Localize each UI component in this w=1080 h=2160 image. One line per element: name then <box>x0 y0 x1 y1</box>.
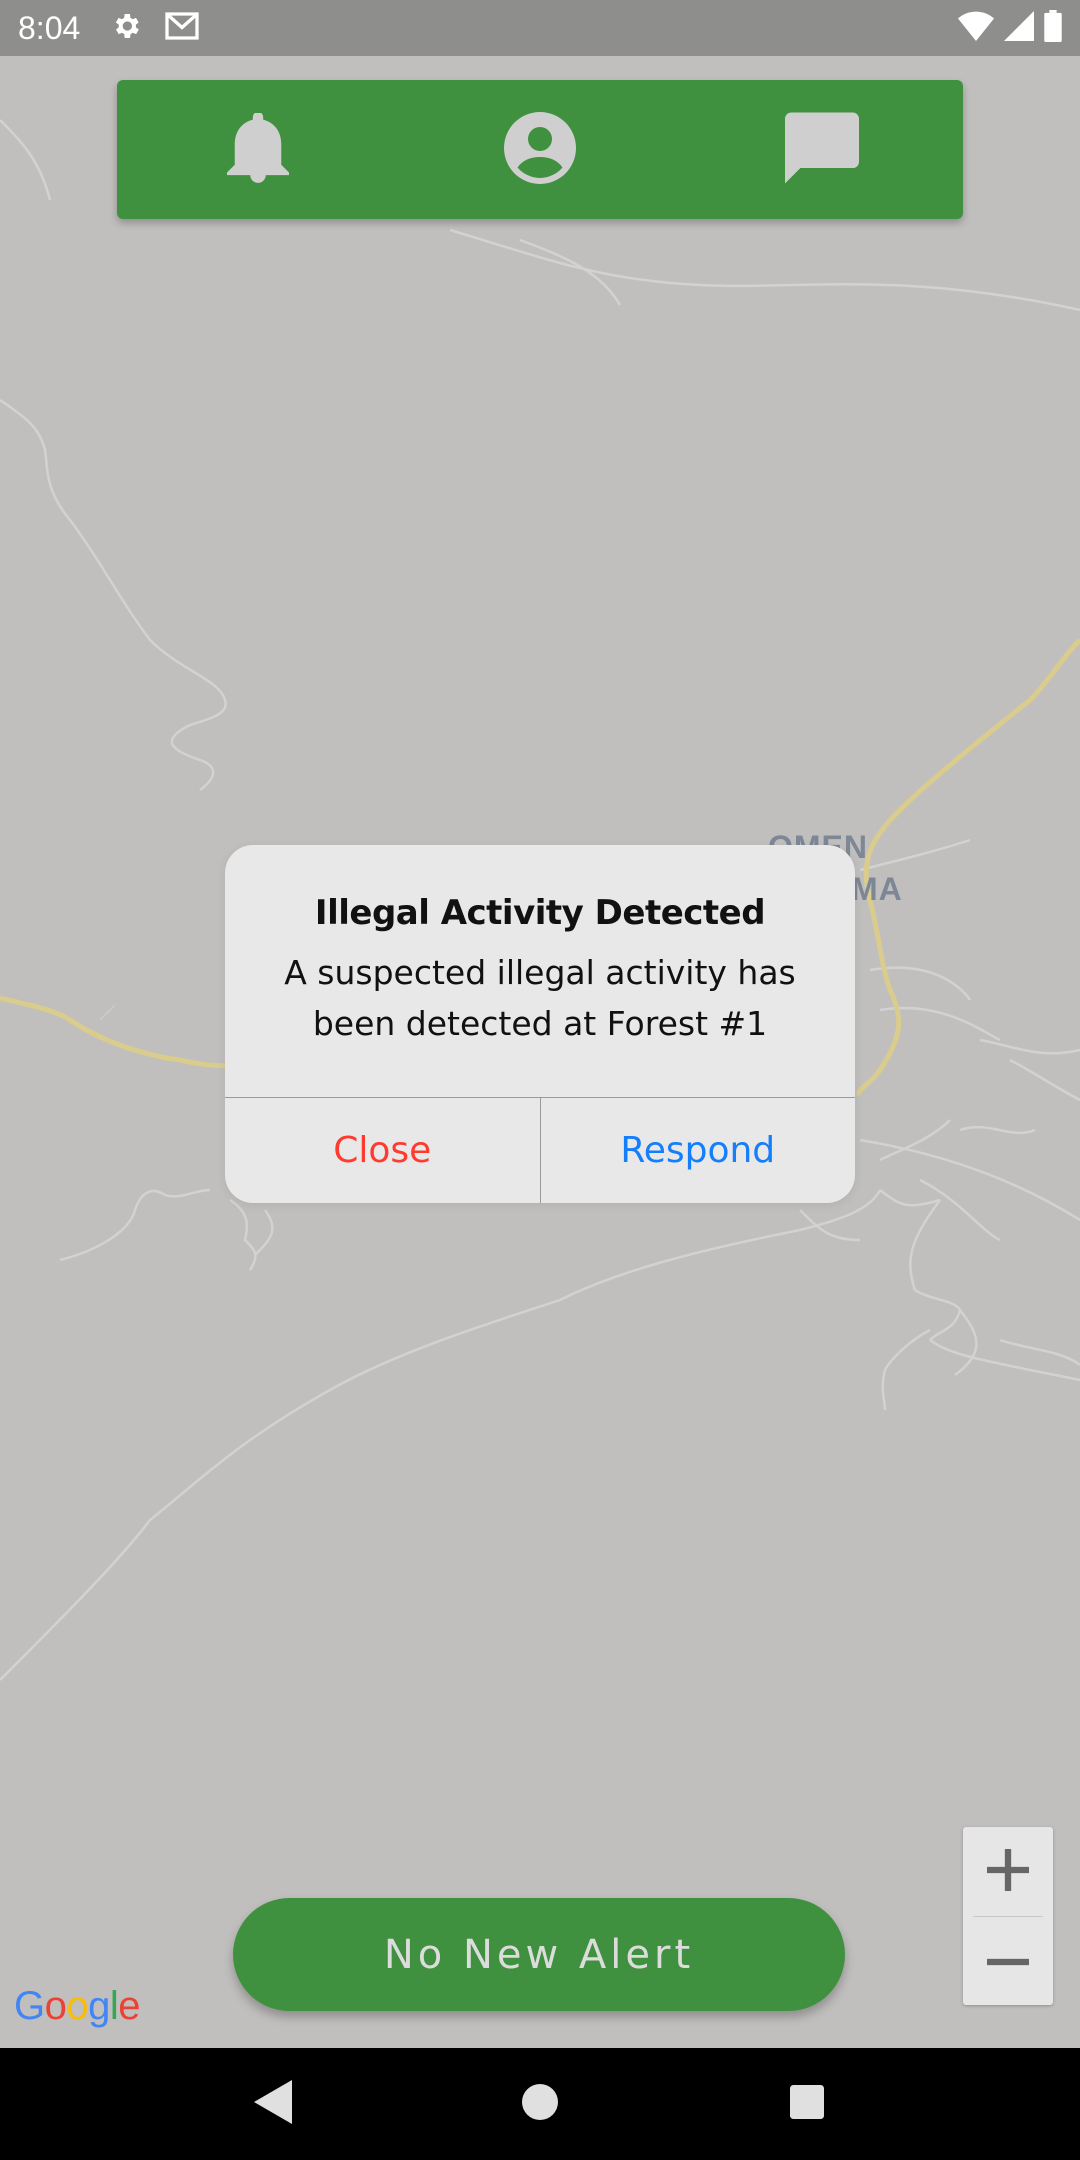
map-place-label-2: MA <box>851 871 903 907</box>
plus-icon <box>987 1848 1029 1895</box>
status-right-icons <box>958 10 1062 46</box>
home-button[interactable] <box>500 2064 580 2144</box>
notifications-button[interactable] <box>198 90 318 210</box>
gear-icon <box>110 10 142 46</box>
dialog-title: Illegal Activity Detected <box>314 893 766 933</box>
minus-icon <box>987 1951 1029 1970</box>
status-left-icons <box>110 10 200 46</box>
dialog-message-line-1: A suspected illegal activity has <box>284 953 796 992</box>
dialog-actions: Close Respond <box>225 1097 855 1203</box>
zoom-controls <box>963 1827 1053 2005</box>
back-button[interactable] <box>233 2064 313 2144</box>
zoom-in-button[interactable] <box>963 1827 1053 1916</box>
recents-button[interactable] <box>767 2064 847 2144</box>
bell-icon <box>227 111 289 187</box>
recents-icon <box>789 2085 824 2123</box>
close-button[interactable]: Close <box>225 1098 541 1203</box>
home-icon <box>521 2084 558 2124</box>
status-time: 8:04 <box>18 9 81 46</box>
status-bar: 8:04 <box>0 0 1080 56</box>
gmail-icon <box>164 11 200 45</box>
battery-icon <box>1044 10 1062 46</box>
no-new-alert-button[interactable]: No New Alert <box>233 1898 845 2011</box>
wifi-icon <box>958 11 994 45</box>
zoom-divider <box>973 1916 1043 1917</box>
chat-icon <box>785 112 859 188</box>
top-nav-bar <box>117 80 963 219</box>
alert-dialog: Illegal Activity Detected A suspected il… <box>225 845 855 1203</box>
account-circle-icon <box>504 111 576 188</box>
messages-button[interactable] <box>762 90 882 210</box>
google-logo: Google <box>14 1984 141 2028</box>
back-icon <box>254 2080 293 2128</box>
dialog-message: A suspected illegal activity has been de… <box>284 947 796 1049</box>
cell-signal-icon <box>1004 11 1034 45</box>
android-nav-bar <box>0 2048 1080 2160</box>
respond-button[interactable]: Respond <box>541 1098 856 1203</box>
dialog-message-line-2: been detected at Forest #1 <box>312 1004 768 1043</box>
profile-button[interactable] <box>480 90 600 210</box>
zoom-out-button[interactable] <box>963 1916 1053 2005</box>
dialog-body: Illegal Activity Detected A suspected il… <box>225 845 855 1097</box>
